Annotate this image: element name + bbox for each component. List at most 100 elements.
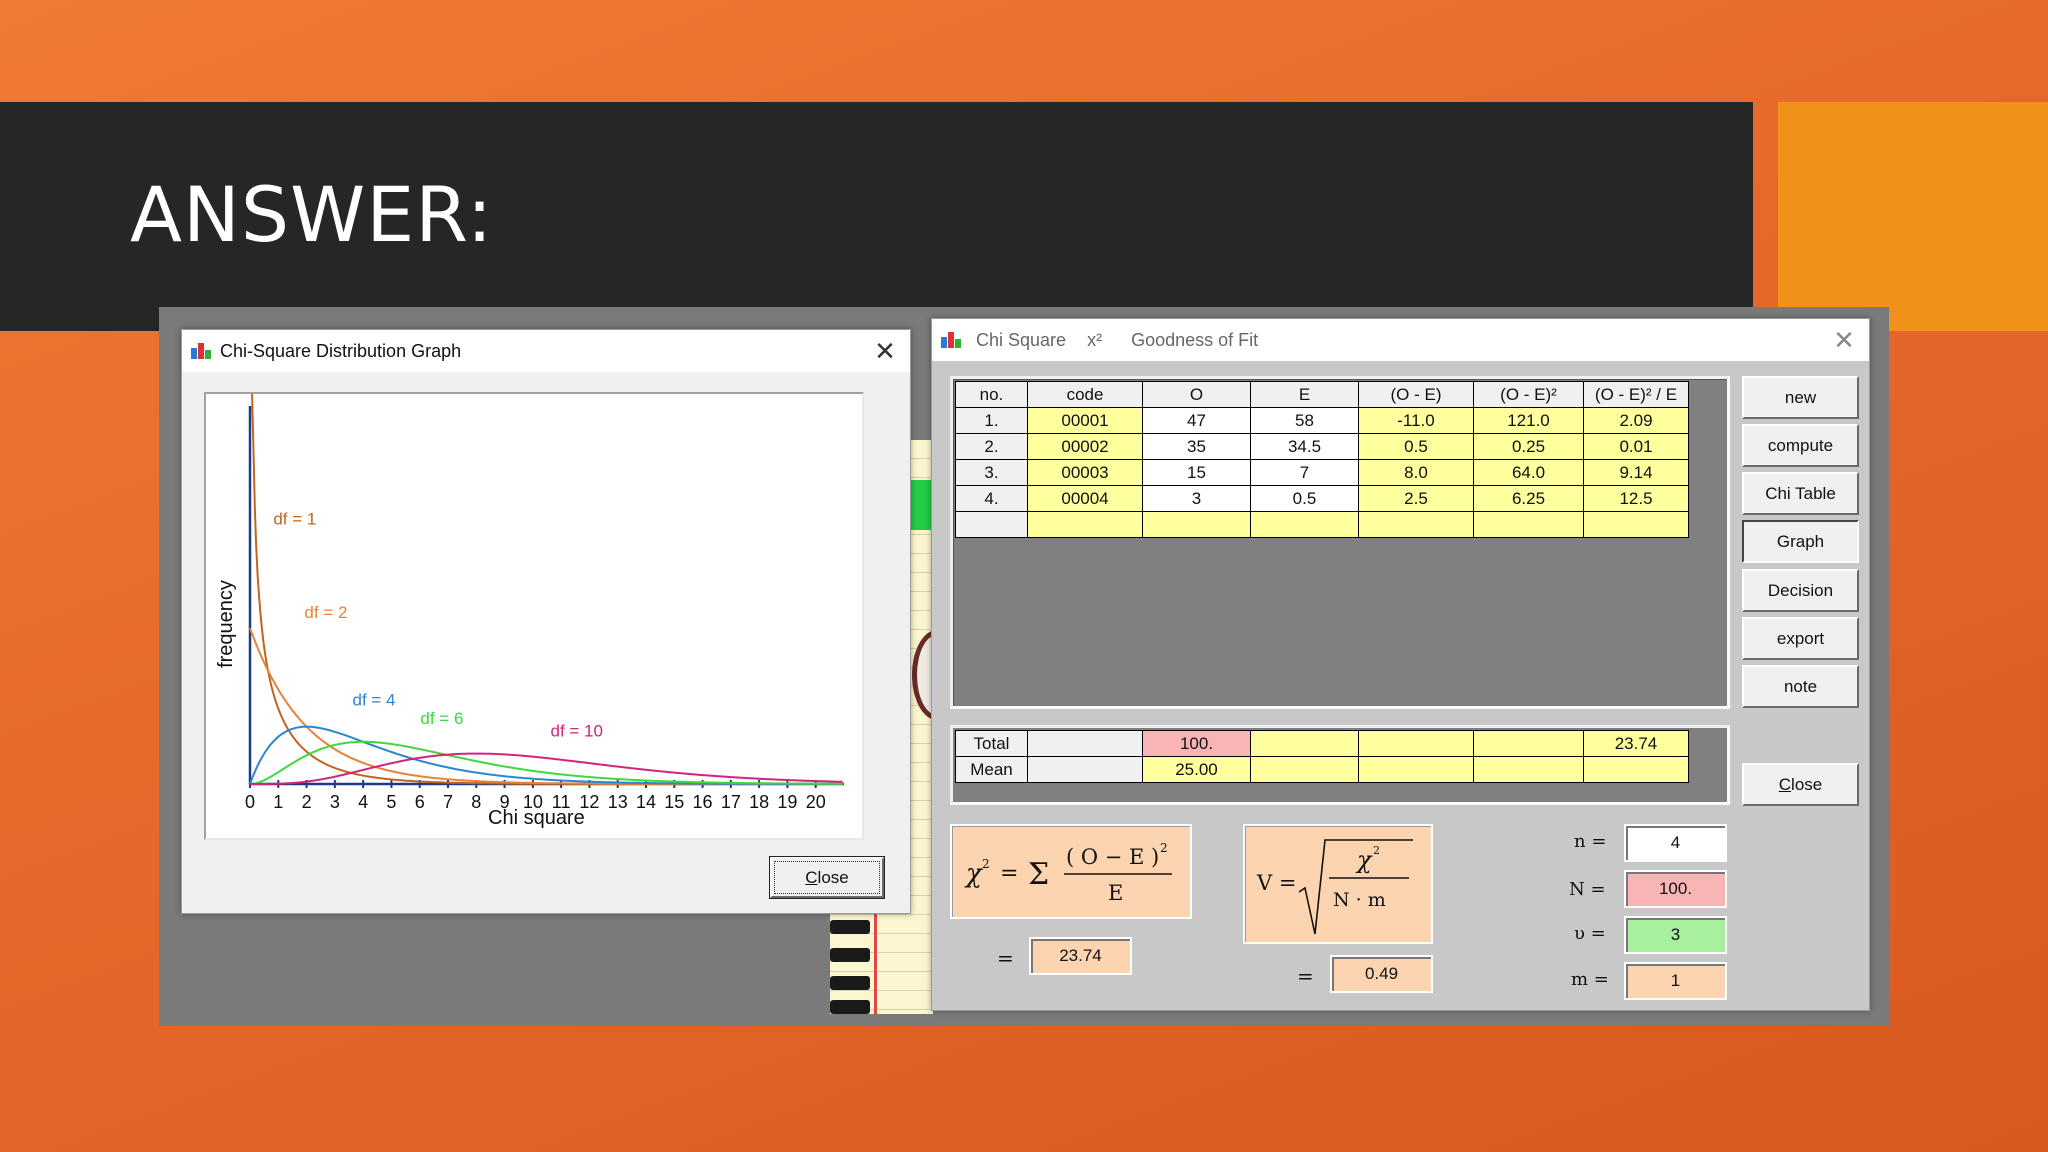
cell-empty[interactable]: [1142, 511, 1251, 538]
cell-code[interactable]: 00001: [1027, 407, 1143, 434]
export-button[interactable]: export: [1742, 617, 1859, 660]
N-field[interactable]: 100.: [1624, 870, 1727, 908]
y-axis-label: frequency: [215, 580, 237, 668]
spiral-ring: [830, 976, 870, 990]
cell-empty[interactable]: [1358, 511, 1474, 538]
mean-observed: 25.00: [1142, 756, 1251, 783]
chi-table-button-label: Chi Table: [1765, 483, 1836, 503]
cell-code[interactable]: 00003: [1027, 459, 1143, 486]
cell-o-minus-e[interactable]: 2.5: [1358, 485, 1474, 512]
cell-empty[interactable]: [1583, 511, 1689, 538]
header-code: code: [1027, 381, 1143, 408]
total-label: Total: [955, 730, 1028, 757]
cell-o-minus-e[interactable]: 8.0: [1358, 459, 1474, 486]
new-button[interactable]: new: [1742, 376, 1859, 419]
chi-close-button[interactable]: Close: [1742, 763, 1859, 806]
row-number: 4.: [955, 485, 1028, 512]
graph-close-button[interactable]: Close: [770, 857, 884, 898]
close-icon[interactable]: ✕: [870, 336, 900, 366]
cell-chi-contribution[interactable]: 9.14: [1583, 459, 1689, 486]
cell-chi-contribution[interactable]: 12.5: [1583, 485, 1689, 512]
series-label-df-10: df = 10: [551, 722, 603, 741]
cell-expected[interactable]: 0.5: [1250, 485, 1359, 512]
table-row-empty: [955, 511, 1689, 538]
cell-o-minus-e[interactable]: 0.5: [1358, 433, 1474, 460]
cell-o-minus-e-squared[interactable]: 0.25: [1473, 433, 1584, 460]
total-chi-square: 23.74: [1583, 730, 1689, 757]
spiral-ring: [830, 948, 870, 962]
cell-chi-contribution[interactable]: 2.09: [1583, 407, 1689, 434]
chi-table-button[interactable]: Chi Table: [1742, 472, 1859, 515]
note-button-label: note: [1783, 676, 1818, 696]
compute-button[interactable]: compute: [1742, 424, 1859, 467]
nu-field[interactable]: 3: [1624, 916, 1727, 954]
app-icon: [941, 332, 961, 348]
chi-square-window: Chi Square x² Goodness of Fit ✕ no. code…: [931, 318, 1870, 1011]
decision-button[interactable]: Decision: [1742, 569, 1859, 612]
cell-o-minus-e[interactable]: -11.0: [1358, 407, 1474, 434]
row-number-empty: [955, 511, 1028, 538]
cell-code[interactable]: 00002: [1027, 433, 1143, 460]
cell-empty[interactable]: [1473, 511, 1584, 538]
svg-text:2: 2: [1373, 844, 1380, 857]
header-o-minus-e: (O - E): [1358, 381, 1474, 408]
cell-expected[interactable]: 34.5: [1250, 433, 1359, 460]
svg-text:χ: χ: [964, 859, 984, 889]
series-label-df-2: df = 2: [304, 603, 347, 622]
chi-square-formula: χ 2 = Σ ( O − E ) 2 E: [950, 824, 1192, 919]
chi-equals-label: =: [997, 946, 1014, 970]
chi-window-title: Chi Square x² Goodness of Fit: [976, 330, 1258, 351]
x-tick-label: 0: [245, 792, 255, 812]
cell-empty[interactable]: [1250, 511, 1359, 538]
slide-title: ANSWER:: [130, 170, 494, 259]
series-label-df-1: df = 1: [273, 510, 316, 529]
total-row: Total 100. 23.74: [955, 730, 1689, 757]
cell-o-minus-e-squared[interactable]: 64.0: [1473, 459, 1584, 486]
cell-observed[interactable]: 3: [1142, 485, 1251, 512]
chi-square-result: 23.74: [1029, 937, 1132, 975]
spiral-ring: [830, 1000, 870, 1014]
x-tick-label: 16: [693, 792, 713, 812]
chi-close-button-label: Close: [1778, 774, 1823, 794]
total-blank: [1250, 730, 1359, 757]
row-number: 3.: [955, 459, 1028, 486]
v-result: 0.49: [1330, 955, 1433, 993]
graph-window-titlebar[interactable]: Chi-Square Distribution Graph ✕: [182, 330, 910, 372]
header-o-minus-e-squared: (O - E)²: [1473, 381, 1584, 408]
svg-text:=: =: [1000, 861, 1018, 886]
cell-empty[interactable]: [1027, 511, 1143, 538]
m-field[interactable]: 1: [1624, 962, 1727, 1000]
header-expected: E: [1250, 381, 1359, 408]
mean-code-blank: [1027, 756, 1143, 783]
total-blank: [1358, 730, 1474, 757]
data-table: no. code O E (O - E) (O - E)² (O - E)² /…: [955, 381, 1689, 538]
compute-button-label: compute: [1767, 435, 1834, 455]
cell-observed[interactable]: 35: [1142, 433, 1251, 460]
row-number: 1.: [955, 407, 1028, 434]
x-tick-label: 5: [386, 792, 396, 812]
graph-window-title: Chi-Square Distribution Graph: [220, 341, 462, 361]
n-field[interactable]: 4: [1624, 824, 1727, 862]
decision-button-label: Decision: [1767, 580, 1834, 600]
graph-button[interactable]: Graph: [1742, 520, 1859, 563]
nu-label: υ =: [1574, 923, 1606, 944]
graph-window: Chi-Square Distribution Graph ✕ 01234567…: [181, 329, 911, 914]
chi-square-chart: 0 1 2 3 4 5 6 7 8 9 10 11 12 13 14 15 16 17 18 19 20 df = 1d…: [215, 390, 844, 829]
cell-observed[interactable]: 15: [1142, 459, 1251, 486]
chi-window-titlebar[interactable]: Chi Square x² Goodness of Fit ✕: [932, 319, 1869, 361]
chi-title-symbol: x²: [1087, 330, 1103, 350]
series-label-df-4: df = 4: [353, 690, 396, 709]
cell-o-minus-e-squared[interactable]: 6.25: [1473, 485, 1584, 512]
header-chi-contribution: (O - E)² / E: [1583, 381, 1689, 408]
cell-chi-contribution[interactable]: 0.01: [1583, 433, 1689, 460]
note-button[interactable]: note: [1742, 665, 1859, 708]
table-row: 3. 00003 15 7 8.0 64.0 9.14: [955, 459, 1689, 486]
cell-o-minus-e-squared[interactable]: 121.0: [1473, 407, 1584, 434]
accent-square: [1778, 102, 2048, 331]
cell-observed[interactable]: 47: [1142, 407, 1251, 434]
cell-expected[interactable]: 7: [1250, 459, 1359, 486]
cell-code[interactable]: 00004: [1027, 485, 1143, 512]
close-icon[interactable]: ✕: [1829, 325, 1859, 355]
cell-expected[interactable]: 58: [1250, 407, 1359, 434]
x-axis-label: Chi square: [488, 807, 585, 829]
